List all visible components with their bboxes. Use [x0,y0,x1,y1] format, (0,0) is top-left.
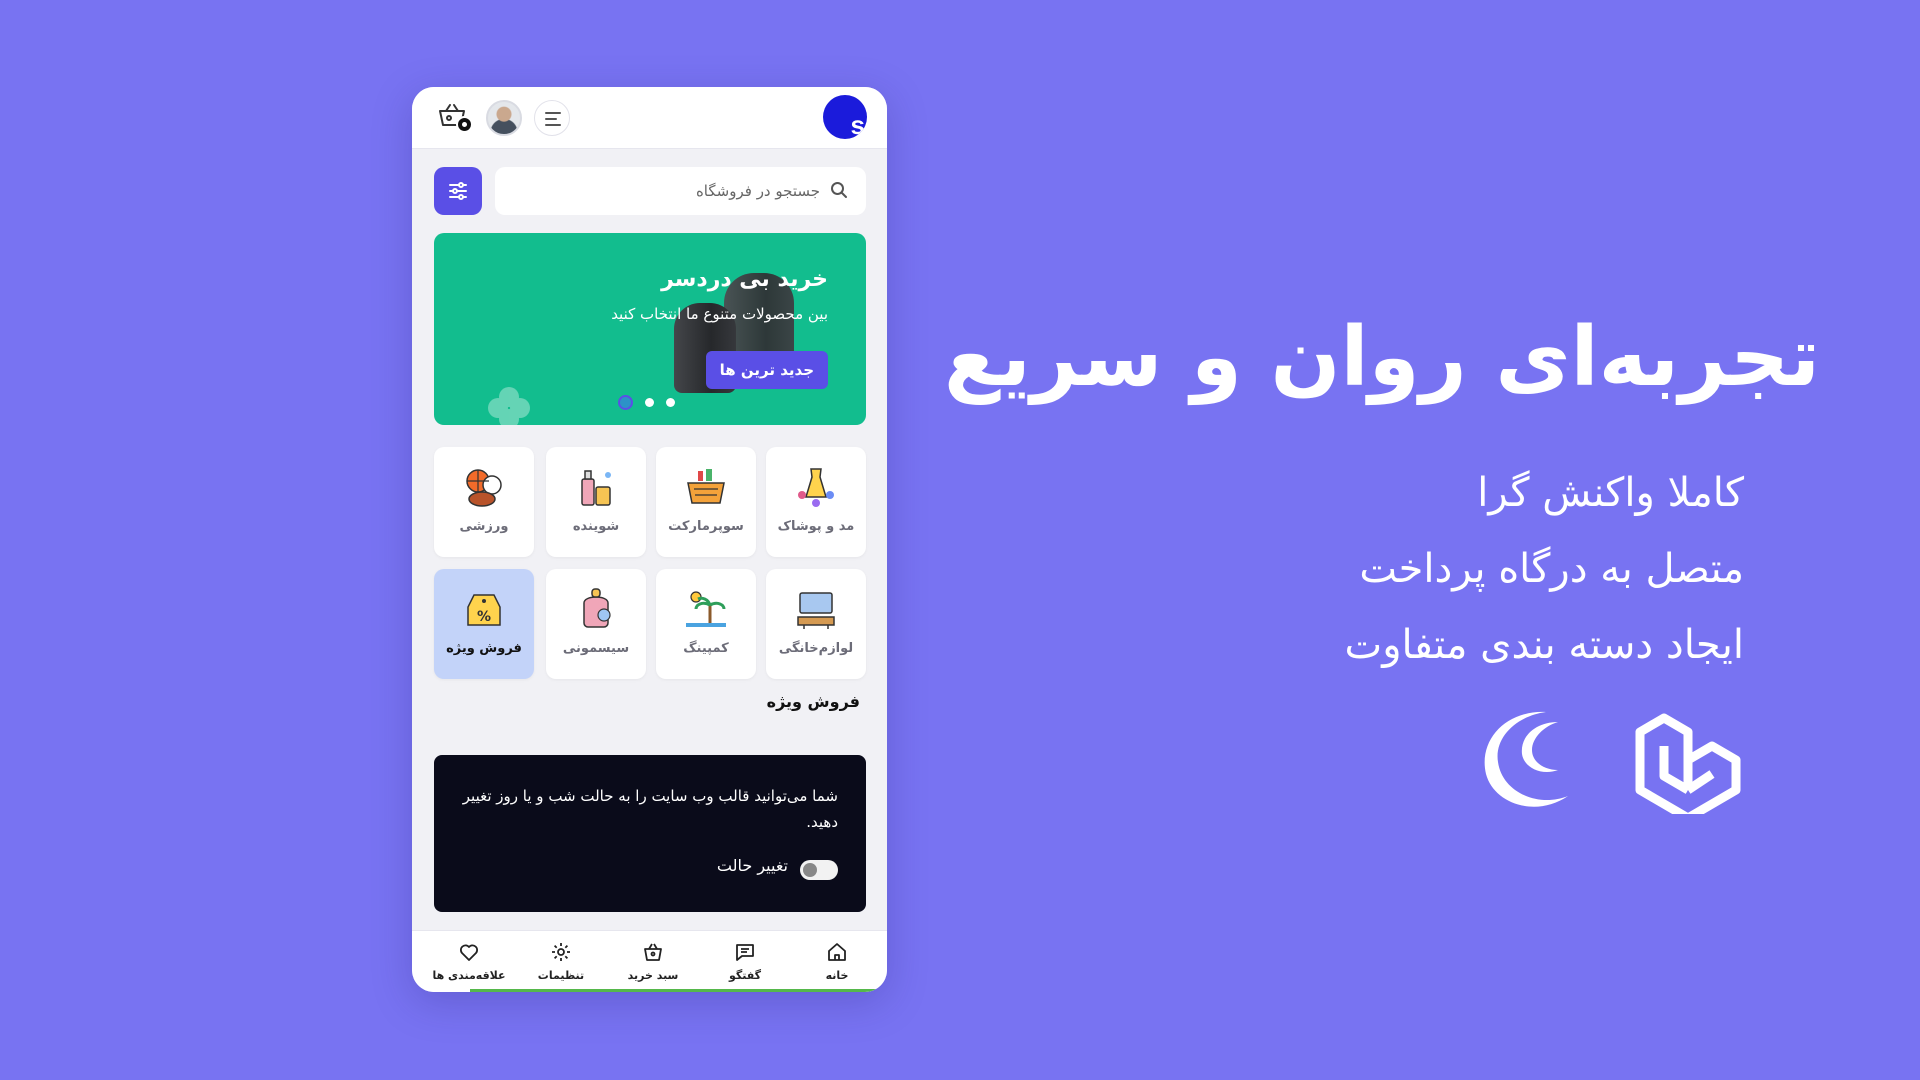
baby-bottle-icon [583,588,611,628]
svg-text:%: % [477,609,491,625]
sports-balls-icon [466,469,502,507]
slider-dot[interactable] [645,398,654,407]
feature-payment: متصل به درگاه پرداخت [1359,546,1744,592]
heart-icon [460,944,478,961]
menu-icon-line [545,124,561,126]
cart-button[interactable] [436,100,473,136]
toggle-label: تغییر حالت [716,856,788,875]
nav-label: خانه [825,969,849,982]
camping-icon [686,591,726,627]
avatar[interactable] [486,100,522,136]
chat-icon [736,944,754,961]
grocery-basket-icon [687,469,725,504]
filter-button[interactable] [434,167,482,215]
tv-cabinet-icon [797,592,835,629]
theme-toggle[interactable] [800,860,838,880]
cart-badge [456,116,473,133]
nav-item-home[interactable]: خانه [792,931,882,991]
sliders-icon [449,182,467,200]
category-supermarket[interactable]: سوپرمارکت [656,447,756,557]
category-label: ورزشی [459,519,509,534]
category-camping[interactable]: کمپینگ [656,569,756,679]
gear-icon [552,943,570,961]
laravel-logo-icon [1635,713,1741,814]
theme-card: شما می‌توانید قالب وب سایت را به حالت شب… [434,755,866,912]
top-bar: s [412,87,887,149]
menu-icon-line [545,118,557,120]
category-label: سیسمونی [562,641,630,656]
jquery-logo-icon [1484,711,1568,807]
category-detergent[interactable]: شوینده [546,447,646,557]
category-label: لوازم‌خانگی [778,641,854,656]
category-sports[interactable]: ورزشی [434,447,534,557]
nav-item-settings[interactable]: تنظیمات [516,931,606,991]
category-label: مد و پوشاک [777,519,855,534]
nav-item-basket[interactable]: سبد خرید [608,931,698,991]
detergent-icon [581,470,611,506]
newest-button[interactable]: جدید ترین ها [705,351,828,389]
category-baby[interactable]: سیسمونی [546,569,646,679]
home-icon [828,943,846,961]
menu-icon [545,112,561,114]
nav-label: سبد خرید [627,969,679,982]
banner-subtitle: بین محصولات متنوع ما انتخاب کنید [611,305,828,323]
nav-label: علاقه‌مندی ها [432,969,506,982]
nav-item-favorites[interactable]: علاقه‌مندی ها [424,931,514,991]
dress-icon [798,468,834,507]
nav-label: تنظیمات [537,969,585,982]
special-sale-heading: فروش ویژه [766,692,860,711]
slider-dot[interactable] [666,398,675,407]
slider-dot-active[interactable] [618,395,633,410]
marketing-headline: تجربه‌ای روان و سریع [943,310,1821,405]
category-label: سوپرمارکت [668,519,744,534]
menu-button[interactable] [534,100,570,136]
feature-responsive: کاملا واکنش گرا [1477,470,1744,516]
search-input[interactable] [520,167,820,215]
basket-icon [644,943,662,961]
promo-banner[interactable]: خرید بی دردسر بین محصولات متنوع ما انتخا… [434,233,866,425]
flower-decoration-icon [488,387,530,425]
feature-categories: ایجاد دسته بندی متفاوت [1344,622,1744,668]
category-home-appliances[interactable]: لوازم‌خانگی [766,569,866,679]
nav-item-chat[interactable]: گفتگو [700,931,790,991]
bottom-navigation: خانه گفتگو سبد خرید تنظیمات علاقه‌م [412,930,887,992]
search-bar [495,167,866,215]
discount-tag-icon: % [467,594,501,626]
store-logo[interactable]: s [823,95,867,139]
category-fashion[interactable]: مد و پوشاک [766,447,866,557]
theme-description: شما می‌توانید قالب وب سایت را به حالت شب… [462,787,838,831]
banner-title: خرید بی دردسر [661,267,828,292]
nav-label: گفتگو [728,969,762,982]
logo-letter: s [850,110,865,139]
search-icon[interactable] [830,181,848,199]
category-special-sale[interactable]: % فروش ویژه [434,569,534,679]
category-label: شوینده [572,519,620,534]
category-label: فروش ویژه [446,641,522,656]
category-label: کمپینگ [683,641,729,656]
phone-mockup: s خرید بی دردسر بین محصولات متنوع ما انت… [412,87,887,992]
